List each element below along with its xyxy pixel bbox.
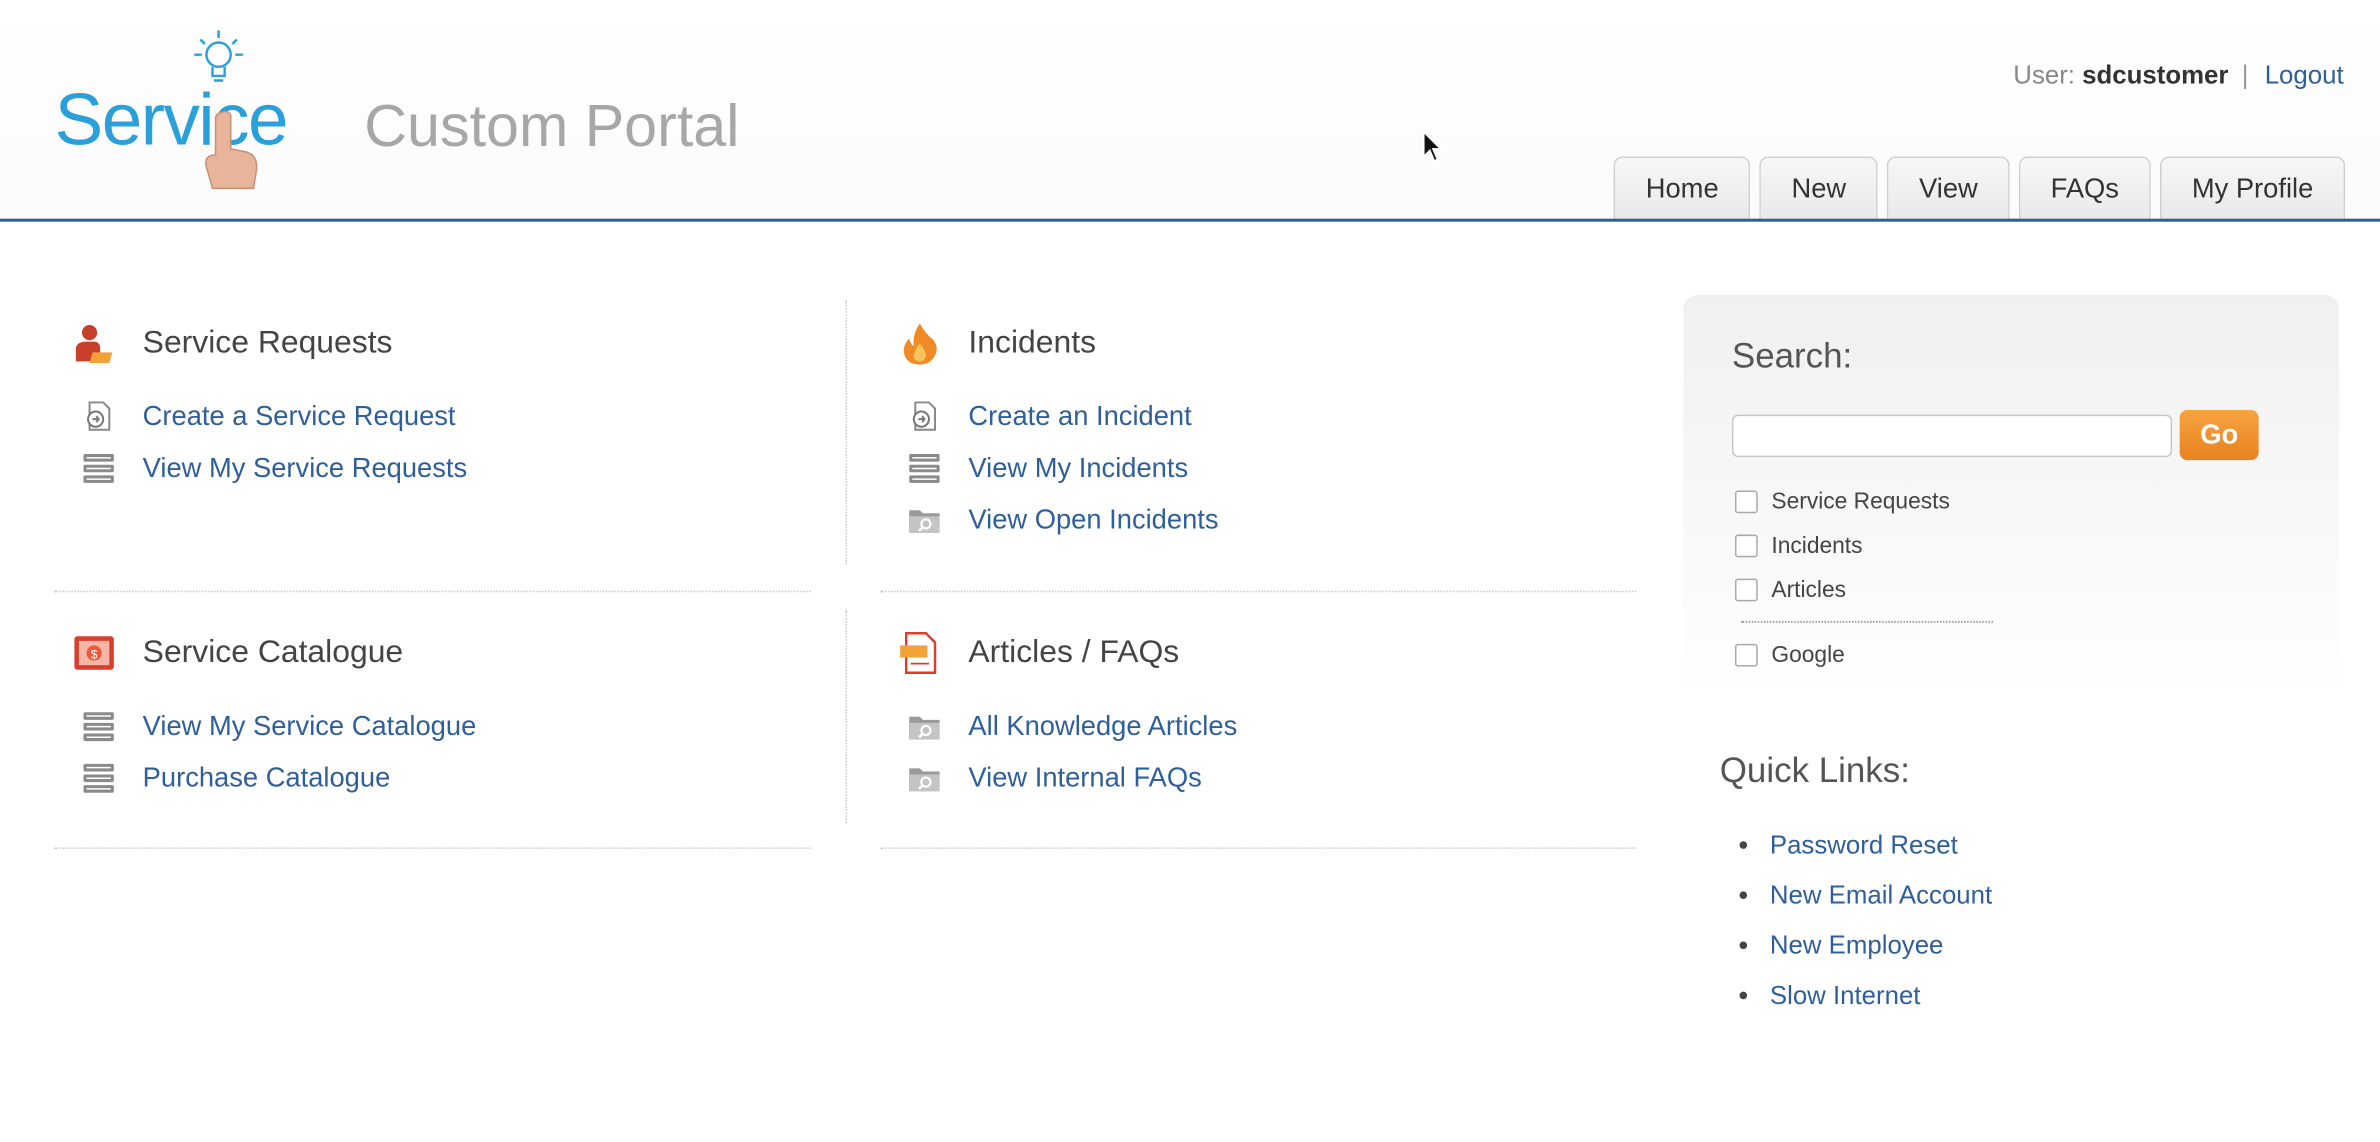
quick-link-item: Password Reset — [1739, 820, 1993, 870]
view-internal-faqs-label[interactable]: View Internal FAQs — [968, 762, 1201, 794]
portal-canvas: Service Custom Portal User: sdcustomer |… — [0, 0, 2380, 1142]
create-service-request-link[interactable]: Create a Service Request — [82, 399, 456, 432]
quick-link-item: New Employee — [1739, 920, 1993, 970]
search-option-google[interactable]: Google — [1734, 642, 1845, 669]
view-my-service-catalogue-link[interactable]: View My Service Catalogue — [82, 709, 476, 742]
tab-home[interactable]: Home — [1613, 156, 1751, 219]
go-button[interactable]: Go — [2179, 410, 2259, 461]
list-icon — [83, 763, 114, 793]
view-my-incidents-link[interactable]: View My Incidents — [908, 451, 1188, 484]
incidents-checkbox-label: Incidents — [1771, 533, 1863, 559]
bullet-icon — [1739, 991, 1748, 1000]
fire-icon — [903, 323, 937, 365]
view-my-service-requests-link[interactable]: View My Service Requests — [82, 451, 467, 484]
tab-my-profile[interactable]: My Profile — [2159, 156, 2346, 219]
incidents-checkbox[interactable] — [1734, 534, 1758, 558]
user-separator: | — [2241, 60, 2249, 90]
view-my-service-catalogue-label[interactable]: View My Service Catalogue — [143, 710, 477, 742]
create-document-icon — [912, 401, 937, 431]
purchase-catalogue-link[interactable]: Purchase Catalogue — [82, 761, 390, 794]
create-document-icon — [87, 401, 111, 431]
view-my-incidents-label[interactable]: View My Incidents — [968, 452, 1188, 484]
list-icon — [909, 454, 940, 483]
svg-text:$: $ — [91, 647, 98, 661]
service-catalogue-title: Service Catalogue — [142, 634, 404, 670]
divider — [880, 847, 1637, 849]
service-requests-title: Service Requests — [142, 324, 393, 360]
catalogue-icon: $ — [74, 636, 114, 670]
user-request-icon — [75, 324, 113, 363]
list-icon — [83, 712, 114, 742]
service-catalogue-section: $ Service Catalogue View My Service Cata… — [58, 632, 817, 829]
view-internal-faqs-link[interactable]: View Internal FAQs — [908, 761, 1202, 794]
incidents-section: Incidents Create an Incident View My Inc… — [883, 322, 1642, 550]
list-icon — [83, 454, 114, 483]
create-service-request-label[interactable]: Create a Service Request — [143, 400, 456, 432]
slow-internet-link[interactable]: Slow Internet — [1770, 980, 1921, 1010]
search-panel: Search: Go Service Requests Incidents Ar… — [1683, 294, 2340, 699]
articles-faqs-section: Articles / FAQs All Knowledge Articles V… — [883, 632, 1642, 829]
purchase-catalogue-label[interactable]: Purchase Catalogue — [143, 762, 391, 794]
portal-page: Service Custom Portal User: sdcustomer |… — [0, 0, 2380, 1142]
folder-search-icon — [909, 768, 940, 792]
article-icon — [900, 632, 937, 674]
username: sdcustomer — [2082, 60, 2229, 90]
folder-search-icon — [909, 510, 940, 534]
new-employee-link[interactable]: New Employee — [1770, 930, 1944, 960]
user-label: User: — [2013, 60, 2075, 90]
quick-link-item: New Email Account — [1739, 870, 1992, 920]
service-logo[interactable]: Service — [55, 27, 313, 191]
main-tabs: Home New View FAQs My Profile — [1613, 156, 2346, 219]
incidents-title: Incidents — [968, 324, 1097, 360]
new-email-account-link[interactable]: New Email Account — [1770, 880, 1992, 910]
create-incident-label[interactable]: Create an Incident — [968, 400, 1191, 432]
articles-checkbox[interactable] — [1734, 578, 1758, 602]
google-checkbox[interactable] — [1734, 643, 1758, 667]
bullet-icon — [1739, 891, 1748, 900]
search-option-service-requests[interactable]: Service Requests — [1734, 488, 1950, 515]
password-reset-link[interactable]: Password Reset — [1770, 830, 1958, 860]
quick-link-item: Slow Internet — [1739, 970, 1993, 1020]
divider — [880, 590, 1637, 593]
all-knowledge-articles-link[interactable]: All Knowledge Articles — [908, 709, 1237, 742]
pointing-hand-icon — [205, 110, 258, 190]
bullet-icon — [1739, 941, 1748, 950]
service-requests-checkbox-label: Service Requests — [1771, 488, 1950, 515]
search-option-articles[interactable]: Articles — [1734, 577, 1847, 603]
articles-checkbox-label: Articles — [1771, 577, 1847, 603]
tab-faqs[interactable]: FAQs — [2018, 156, 2151, 219]
header: Service Custom Portal User: sdcustomer |… — [0, 0, 2380, 222]
search-option-incidents[interactable]: Incidents — [1734, 533, 1863, 559]
user-info: User: sdcustomer | Logout — [2013, 61, 2343, 91]
service-requests-section: Service Requests Create a Service Reques… — [58, 322, 817, 550]
view-open-incidents-link[interactable]: View Open Incidents — [908, 503, 1219, 536]
header-divider — [0, 218, 2380, 222]
tab-new[interactable]: New — [1759, 156, 1879, 219]
tab-view[interactable]: View — [1887, 156, 2010, 219]
logout-link[interactable]: Logout — [2265, 61, 2344, 90]
quick-links-title: Quick Links: — [1719, 750, 1910, 790]
view-open-incidents-label[interactable]: View Open Incidents — [968, 503, 1218, 535]
view-my-service-requests-label[interactable]: View My Service Requests — [143, 452, 467, 484]
folder-search-icon — [909, 716, 940, 740]
divider — [845, 300, 847, 565]
all-knowledge-articles-label[interactable]: All Knowledge Articles — [968, 710, 1237, 742]
service-requests-checkbox[interactable] — [1734, 490, 1758, 514]
portal-title: Custom Portal — [364, 94, 740, 160]
search-options-divider — [1741, 621, 1994, 623]
divider — [845, 610, 847, 824]
search-input[interactable] — [1731, 414, 2173, 458]
articles-faqs-title: Articles / FAQs — [968, 634, 1180, 670]
mouse-cursor-icon — [1423, 130, 1443, 163]
create-incident-link[interactable]: Create an Incident — [908, 399, 1192, 432]
bullet-icon — [1739, 841, 1748, 849]
google-checkbox-label: Google — [1771, 642, 1845, 669]
divider — [54, 847, 811, 849]
search-title: Search: — [1731, 335, 1853, 376]
quick-links-list: Password Reset New Email Account New Emp… — [1739, 820, 1993, 1020]
divider — [54, 590, 811, 593]
